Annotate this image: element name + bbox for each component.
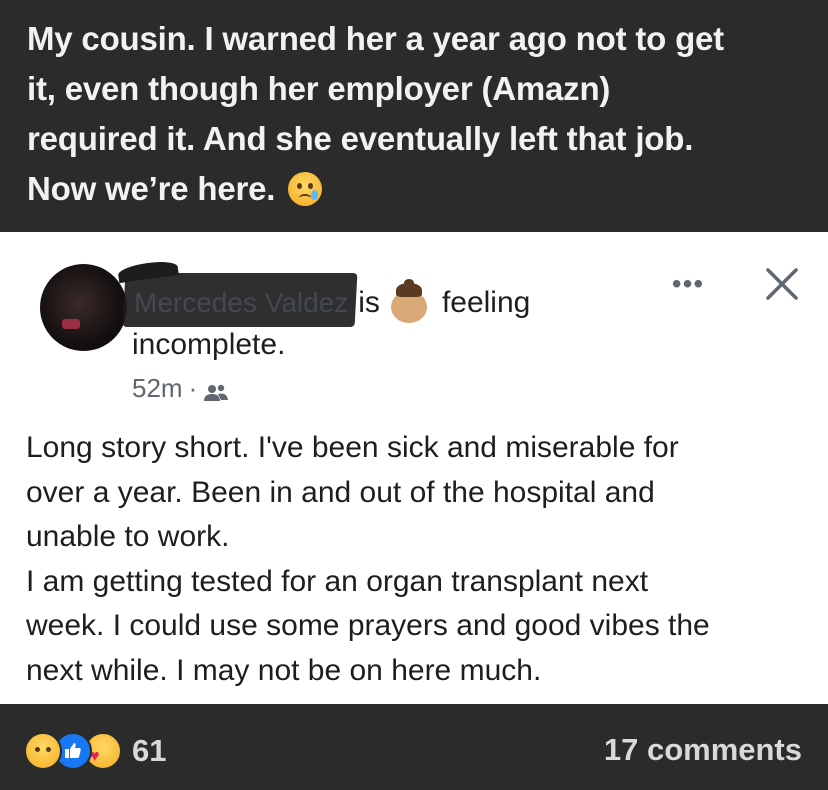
- caption-line-2: it, even though her employer (Amazn): [27, 70, 611, 107]
- post-body-line: week. I could use some prayers and good …: [26, 609, 710, 642]
- close-icon[interactable]: [762, 264, 802, 304]
- post-body-line: over a year. Been in and out of the hosp…: [26, 475, 655, 509]
- timestamp[interactable]: 52m: [132, 373, 183, 404]
- person-face-icon: [390, 279, 428, 323]
- friends-icon[interactable]: [203, 379, 229, 401]
- crying-face-icon: [288, 172, 323, 206]
- author-name-redacted[interactable]: Mercedes Valdez: [117, 258, 358, 327]
- caption-line-4: Now we’re here.: [27, 164, 798, 214]
- post-meta: 52m ·: [132, 373, 229, 404]
- avatar[interactable]: [40, 264, 127, 351]
- caption-line-3: required it. And she eventually left tha…: [27, 120, 694, 157]
- author-name[interactable]: Mercedes Valdez: [134, 287, 348, 318]
- reaction-count[interactable]: 61: [132, 733, 166, 769]
- more-options-button[interactable]: •••: [668, 270, 708, 300]
- caption-line-4-text: Now we’re here.: [27, 170, 276, 207]
- comments-count[interactable]: 17 comments: [604, 732, 802, 768]
- feeling-text: feeling: [441, 286, 531, 319]
- feeling-value: incomplete.: [132, 328, 286, 361]
- caption-line-1: My cousin. I warned her a year ago not t…: [27, 20, 724, 57]
- sad-reaction-icon: [24, 732, 62, 770]
- post-body-line: next while. I may not be on here much.: [26, 653, 542, 687]
- post-body-line: I am getting tested for an organ transpl…: [26, 564, 649, 598]
- post-header: Mercedes Valdez is feeling: [117, 258, 531, 327]
- post-body: Long story short. I've been sick and mis…: [26, 426, 816, 693]
- reactions-summary[interactable]: ♥ 61: [24, 732, 166, 770]
- is-text: is: [358, 286, 380, 319]
- post-body-line: Long story short. I've been sick and mis…: [26, 431, 679, 464]
- caption: My cousin. I warned her a year ago not t…: [0, 0, 828, 232]
- post-body-line: unable to work.: [26, 520, 230, 553]
- meta-separator: ·: [188, 373, 198, 403]
